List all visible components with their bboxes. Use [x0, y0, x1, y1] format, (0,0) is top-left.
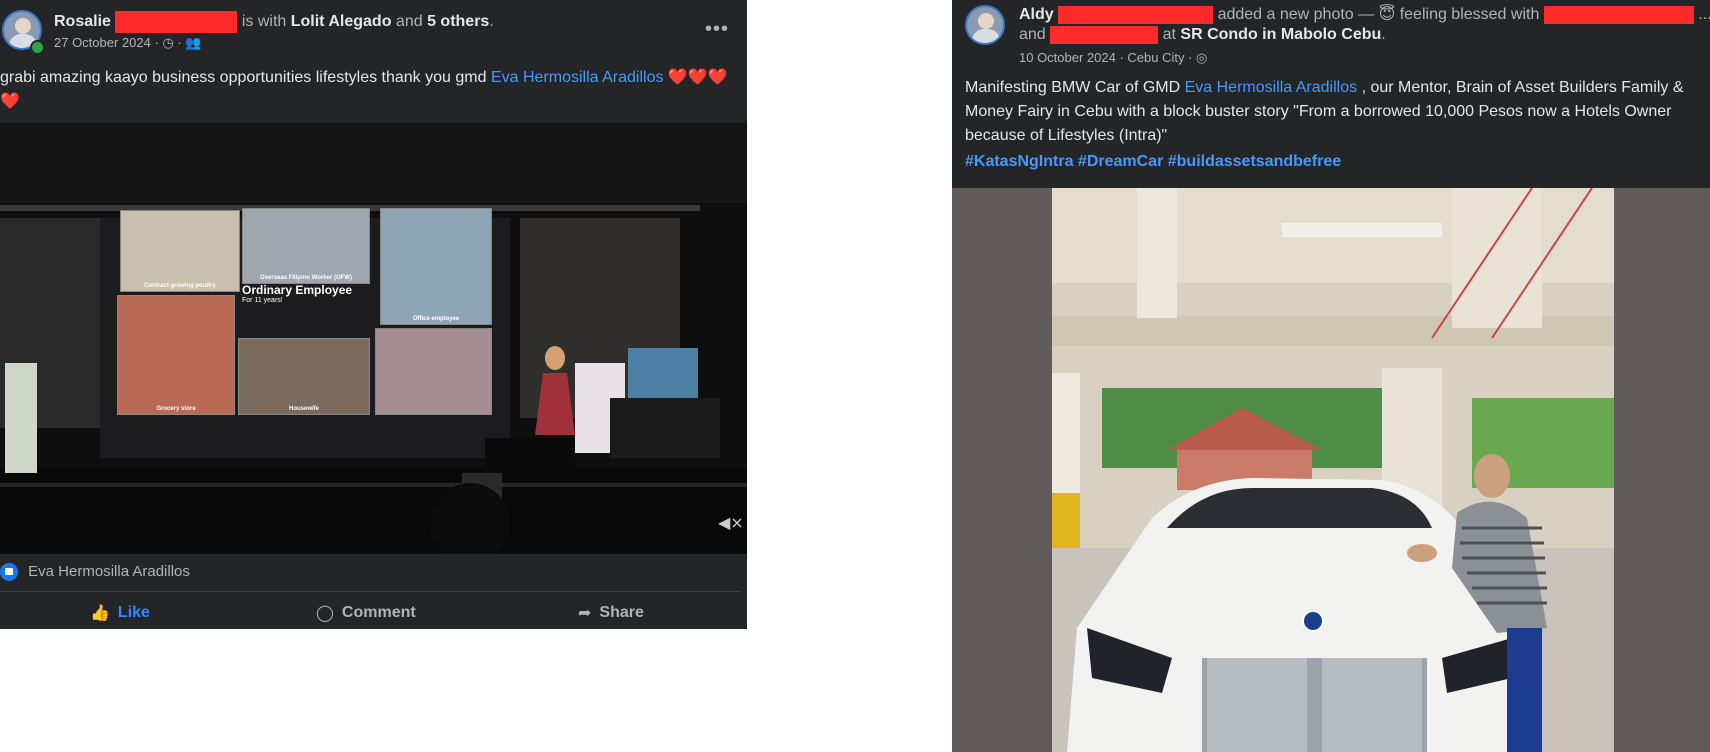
post-header-line2: and at SR Condo in Mabolo Cebu.	[1019, 26, 1386, 44]
post-date[interactable]: 27 October 2024	[54, 35, 151, 50]
slide-tile-6	[375, 328, 492, 415]
author-avatar[interactable]	[965, 5, 1005, 45]
author-name[interactable]: Aldy	[1019, 6, 1054, 23]
tagged-person[interactable]: Lolit Alegado	[291, 13, 392, 30]
like-label: Like	[117, 604, 150, 621]
post-card-aldy: Aldy added a new photo — 😇 feeling bless…	[952, 0, 1710, 752]
redaction-bar	[1058, 5, 1214, 24]
redaction-bar	[1543, 5, 1694, 24]
share-arrow-icon: ➦	[578, 605, 592, 622]
post-text: Manifesting BMW Car of GMD Eva Hermosill…	[965, 76, 1700, 148]
like-button[interactable]: 👍 Like	[90, 603, 150, 623]
clock-icon: ◷	[162, 35, 174, 50]
thumbs-up-icon: 👍	[90, 605, 110, 622]
post-text-main: Manifesting BMW Car of GMD	[965, 79, 1181, 96]
event-photo[interactable]: ◀× Contract growing poultry Overseas Fil…	[0, 123, 747, 554]
bmw-car-photo	[952, 188, 1710, 752]
at-word: at	[1162, 26, 1176, 44]
reactions-row[interactable]: Eva Hermosilla Aradillos	[0, 563, 190, 582]
friends-audience-icon: 👥	[185, 35, 202, 50]
slide-heading: Ordinary Employee For 11 years!	[242, 283, 372, 304]
truncation-ellipsis: ...	[1698, 6, 1710, 23]
slide-caption-1: Contract growing poultry	[144, 283, 216, 289]
slide-tile-4: Grocery store	[117, 295, 235, 415]
post-card-rosalie: Rosalie is with Lolit Alegado and 5 othe…	[0, 0, 747, 629]
online-status-icon	[30, 40, 45, 55]
post-header: Rosalie is with Lolit Alegado and 5 othe…	[54, 11, 494, 33]
mention-link[interactable]: Eva Hermosilla Aradillos	[1185, 79, 1358, 96]
redaction-bar	[115, 11, 238, 33]
and-word: and	[1019, 26, 1046, 44]
slide-tile-2: Overseas Filipino Worker (OFW)	[242, 208, 370, 284]
period: .	[489, 13, 494, 31]
post-date[interactable]: 10 October 2024 · Cebu City ·	[1019, 50, 1192, 65]
slide-caption-2: Overseas Filipino Worker (OFW)	[260, 275, 352, 281]
location-link[interactable]: SR Condo in Mabolo Cebu	[1180, 26, 1381, 43]
mention-link[interactable]: Eva Hermosilla Aradillos	[491, 69, 664, 86]
share-button[interactable]: ➦ Share	[578, 603, 644, 623]
stage-scene-graphic: ◀×	[0, 123, 747, 554]
photo-container[interactable]	[952, 188, 1710, 752]
post-header-line1: Aldy added a new photo — 😇 feeling bless…	[1019, 4, 1710, 24]
post-text: grabi amazing kaayo business opportuniti…	[0, 66, 740, 114]
mute-icon: ◀×	[718, 513, 744, 532]
slide-heading-text: Ordinary Employee	[242, 283, 353, 297]
period: .	[1381, 26, 1386, 44]
slide-caption-4: Grocery store	[156, 406, 196, 412]
post-meta: 10 October 2024 · Cebu City · ◎	[1019, 50, 1207, 66]
slide-caption-5: Housewife	[288, 406, 319, 412]
post-meta: 27 October 2024 · ◷ · 👥	[54, 35, 202, 50]
post-text-main: grabi amazing kaayo business opportuniti…	[0, 69, 487, 86]
divider	[0, 591, 740, 592]
comment-button[interactable]: ◯ Comment	[316, 603, 416, 623]
added-photo-text: added a new photo — 😇 feeling blessed wi…	[1217, 6, 1540, 23]
slide-tile-5: Housewife	[238, 338, 370, 415]
reactor-name: Eva Hermosilla Aradillos	[28, 563, 190, 580]
more-options-button[interactable]: •••	[705, 18, 729, 41]
slide-subheading: For 11 years!	[242, 297, 283, 304]
with-prefix: is with	[241, 13, 287, 31]
others-link[interactable]: 5 others	[427, 13, 489, 30]
slide-tile-1: Contract growing poultry	[120, 210, 240, 292]
author-name[interactable]: Rosalie	[54, 13, 111, 30]
slide-caption-3: Office employee	[412, 316, 460, 322]
slide-tile-3: Office employee	[380, 208, 492, 325]
and-word: and	[395, 13, 423, 31]
hashtag-links[interactable]: #KatasNgIntra #DreamCar #buildassetsandb…	[965, 153, 1341, 171]
like-reaction-icon	[0, 563, 18, 582]
globe-audience-icon: ◎	[1196, 50, 1208, 65]
redaction-bar	[1050, 26, 1159, 44]
comment-label: Comment	[341, 604, 416, 621]
comment-bubble-icon: ◯	[316, 605, 334, 622]
share-label: Share	[599, 604, 644, 621]
